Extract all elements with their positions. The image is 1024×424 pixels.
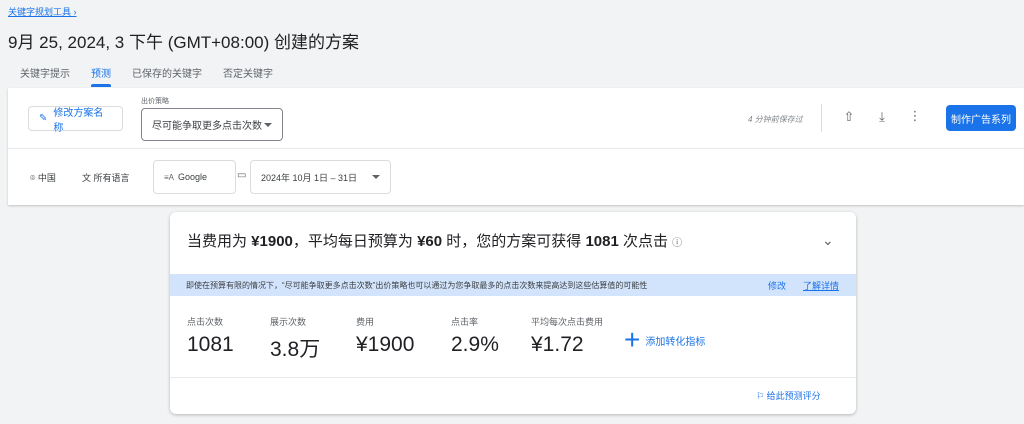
rate-forecast-button[interactable]: ⚐ 给此预测评分: [756, 389, 821, 402]
bid-strategy-select[interactable]: 尽可能争取更多点击次数: [141, 108, 283, 141]
rename-label: 修改方案名称: [53, 107, 104, 134]
saved-status: 4 分钟前保存过: [748, 115, 803, 124]
bid-strategy-label: 出价策略: [141, 98, 169, 105]
dropdown-caret-icon: [372, 175, 380, 179]
help-icon[interactable]: ⓘ: [672, 238, 682, 249]
page-title: 9月 25, 2024, 3 下午 (GMT+08:00) 创建的方案: [8, 33, 359, 52]
add-metric-label: 添加转化指标: [645, 336, 706, 348]
bid-strategy-value: 尽可能争取更多点击次数: [152, 121, 262, 132]
network-filter[interactable]: ≡A Google: [153, 160, 236, 194]
network-icon: ≡A: [164, 172, 175, 182]
divider: [8, 148, 1024, 149]
share-icon[interactable]: ⇧: [839, 109, 859, 125]
metric-clicks: 点击次数 1081: [187, 317, 234, 356]
network-value: Google: [178, 172, 208, 182]
metric-ctr: 点击率 2.9%: [451, 317, 499, 356]
date-range-value: 2024年 10月 1日 – 31日: [261, 172, 358, 183]
tab-keyword-ideas[interactable]: 关键字提示: [20, 65, 70, 80]
dropdown-caret-icon: [264, 122, 272, 127]
calendar-icon: ▭: [237, 170, 247, 181]
edit-link[interactable]: 修改: [768, 279, 786, 292]
chevron-right-icon: ›: [73, 7, 77, 17]
forecast-summary: 当费用为 ¥1900，平均每日预算为 ¥60 时，您的方案可获得 1081 次点…: [187, 233, 683, 250]
breadcrumb-keyword-planner[interactable]: 关键字规划工具 ›: [8, 5, 77, 18]
location-value: 中国: [37, 173, 56, 183]
expand-chevron-icon[interactable]: ⌄: [822, 232, 834, 249]
divider: [170, 377, 856, 378]
tab-negative-keywords[interactable]: 否定关键字: [223, 65, 273, 80]
location-pin-icon: ⌾: [30, 173, 36, 183]
plus-icon: +: [624, 324, 641, 355]
language-filter[interactable]: 文 所有语言: [82, 171, 130, 184]
date-range-select[interactable]: 2024年 10月 1日 – 31日: [250, 160, 391, 194]
tab-saved-keywords[interactable]: 已保存的关键字: [132, 65, 202, 80]
pencil-icon: ✎: [39, 113, 48, 124]
metric-avg-cpc: 平均每次点击费用 ¥1.72: [531, 317, 604, 356]
tab-forecast[interactable]: 预测: [91, 65, 111, 80]
feedback-icon: ⚐: [756, 391, 765, 401]
active-tab-indicator: [91, 84, 111, 87]
breadcrumb-label: 关键字规划工具: [8, 7, 72, 17]
rename-plan-button[interactable]: ✎ 修改方案名称: [28, 106, 123, 134]
more-vert-icon[interactable]: ⋮: [905, 108, 925, 124]
feedback-label: 给此预测评分: [766, 391, 821, 401]
language-value: 所有语言: [93, 173, 130, 183]
create-campaign-button[interactable]: 制作广告系列: [946, 105, 1016, 131]
divider: [821, 104, 822, 132]
metric-cost: 费用 ¥1900: [356, 317, 415, 356]
translate-icon: 文: [82, 173, 92, 183]
metric-impressions: 展示次数 3.8万: [270, 317, 321, 361]
add-conversion-metrics-button[interactable]: + 添加转化指标: [624, 326, 705, 354]
learn-more-link[interactable]: 了解详情: [803, 279, 839, 292]
location-filter[interactable]: ⌾ 中国: [30, 171, 56, 184]
info-banner: 即使在预算有限的情况下，“尽可能争取更多点击次数”出价策略也可以通过为您争取最多…: [170, 274, 856, 296]
banner-text: 即使在预算有限的情况下，“尽可能争取更多点击次数”出价策略也可以通过为您争取最多…: [186, 280, 648, 290]
download-icon[interactable]: ⤓: [872, 109, 892, 125]
